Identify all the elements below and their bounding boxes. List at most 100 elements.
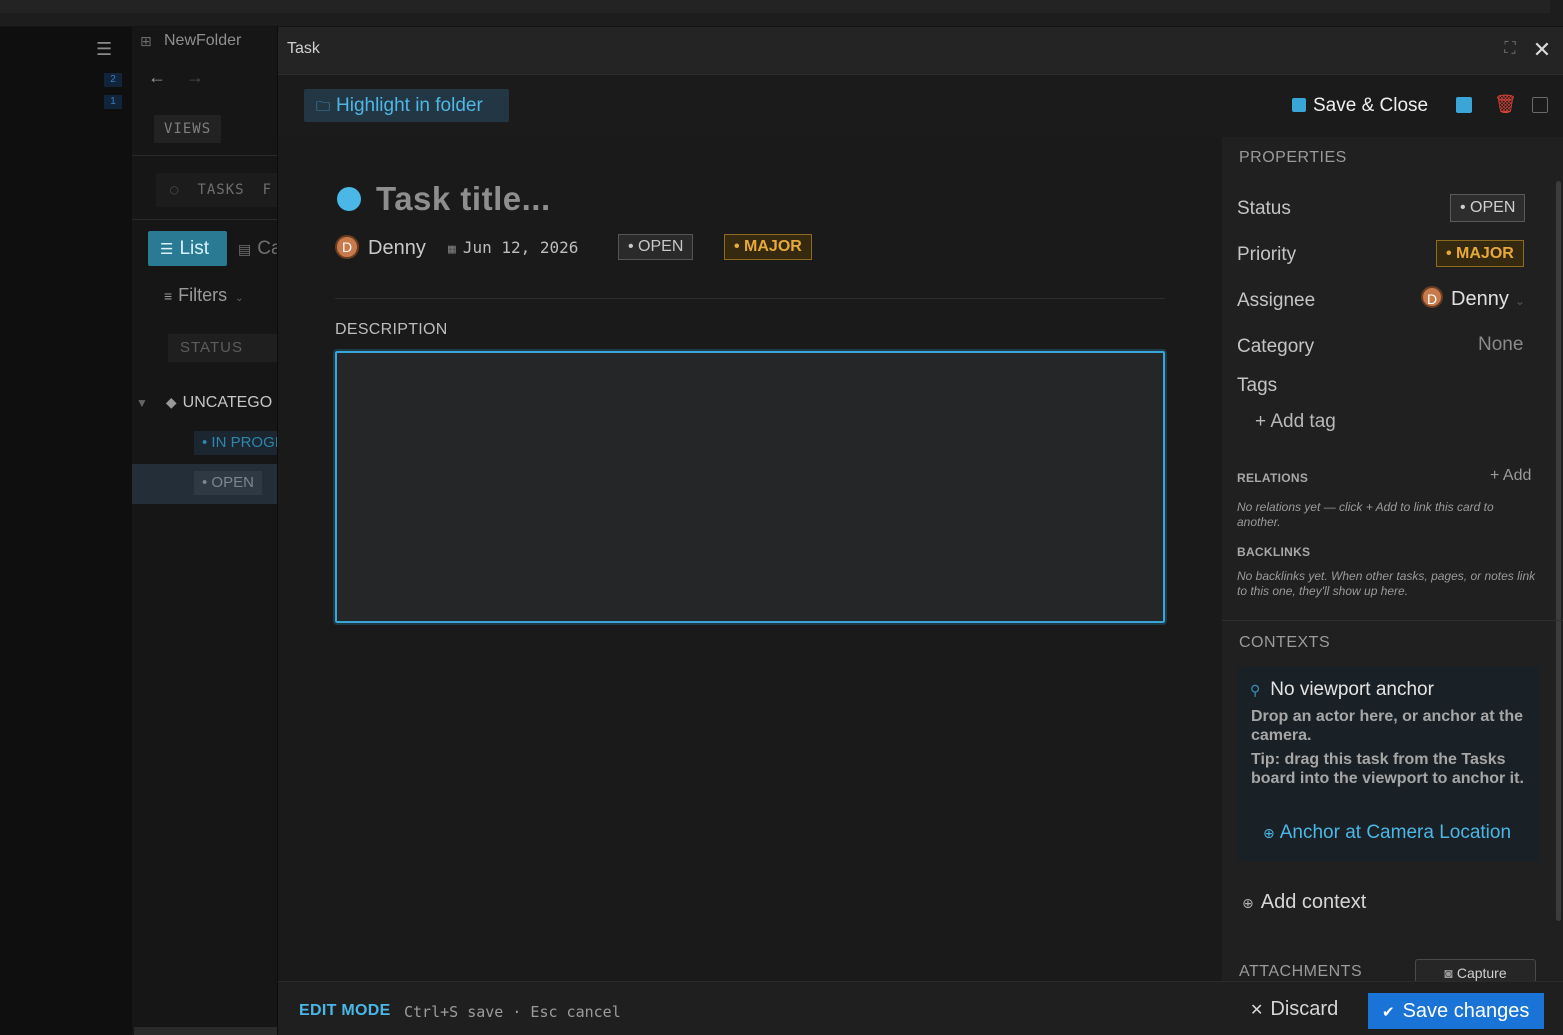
tags-label: Tags xyxy=(1237,375,1278,396)
chevron-down-icon: ⌄ xyxy=(1514,294,1525,308)
close-icon[interactable]: ✕ xyxy=(1530,38,1554,62)
side-panel-toggle-icon[interactable] xyxy=(1532,97,1548,113)
trash-icon[interactable]: 🗑 xyxy=(1494,94,1517,115)
expand-icon[interactable]: ⛶ xyxy=(1500,40,1520,60)
anchor-at-camera-button[interactable]: ⊕ Anchor at Camera Location xyxy=(1263,822,1511,844)
context-card: ⚲ No viewport anchor Drop an actor here, … xyxy=(1237,667,1539,861)
status-select[interactable]: • OPEN xyxy=(1450,194,1526,222)
camera-icon: ◙ xyxy=(1444,965,1453,981)
list-view-button[interactable]: ☰ List xyxy=(148,231,227,266)
backlinks-hint: No backlinks yet. When other tasks, page… xyxy=(1237,569,1536,598)
plus-circle-icon: ⊕ xyxy=(1242,895,1254,911)
properties-sidebar: PROPERTIES Status • OPEN Priority • MAJO… xyxy=(1222,137,1563,981)
crosshair-icon: ⊕ xyxy=(1263,825,1275,841)
priority-label: Priority xyxy=(1237,244,1297,265)
highlight-in-folder-button[interactable]: 🗀 Highlight in folder xyxy=(304,89,509,122)
add-context-label: Add context xyxy=(1260,891,1367,913)
count-badge: 1 xyxy=(104,95,122,109)
properties-title: PROPERTIES xyxy=(1239,149,1347,166)
status-pill-open: • OPEN xyxy=(194,471,262,495)
modal-footer: EDIT MODE Ctrl+S save · Esc cancel ✕ Disc… xyxy=(278,981,1563,1035)
edit-mode-label: EDIT MODE xyxy=(299,1002,391,1019)
group-label: UNCATEGO xyxy=(182,394,273,411)
circle-icon: ○ xyxy=(170,182,180,198)
triangle-down-icon: ▼ xyxy=(136,396,148,410)
save-icon[interactable] xyxy=(1456,97,1472,113)
left-rail: ☰ 2 1 xyxy=(0,27,132,1035)
due-date: Jun 12, 2026 xyxy=(462,238,579,257)
assignee-label: Assignee xyxy=(1237,290,1316,311)
top-bar xyxy=(0,0,1563,27)
add-context-button[interactable]: ⊕ Add context xyxy=(1242,891,1366,914)
shortcut-hint: Ctrl+S save · Esc cancel xyxy=(404,1003,621,1021)
task-modal: Task ⛶ ✕ 🗀 Highlight in folder Save & Clo… xyxy=(278,27,1563,1035)
list-icon: ☰ xyxy=(160,241,174,258)
filters-dropdown[interactable]: ≡ Filters ⌄ xyxy=(164,285,244,306)
capture-button[interactable]: ◙ Capture xyxy=(1415,959,1536,981)
floppy-icon xyxy=(1292,98,1306,112)
status-dot-icon[interactable] xyxy=(337,187,361,211)
tasks-tab[interactable]: ○ TASKS F xyxy=(156,173,277,207)
status-badge[interactable]: • OPEN xyxy=(618,234,694,260)
description-textarea[interactable] xyxy=(333,349,1167,625)
status-column-header: STATUS xyxy=(168,334,277,362)
category-label: Category xyxy=(1237,336,1315,357)
capture-label: Capture xyxy=(1456,965,1507,981)
relations-hint: No relations yet — click + Add to link t… xyxy=(1237,500,1494,529)
tasks-label: TASKS xyxy=(197,182,245,198)
divider xyxy=(1222,620,1563,621)
save-changes-button[interactable]: ✔ Save changes xyxy=(1368,993,1544,1029)
calendar-view-button[interactable]: ▤ Ca xyxy=(238,231,277,267)
discard-label: Discard xyxy=(1270,998,1339,1020)
folder-icon: 🗀 xyxy=(316,98,330,114)
attachments-title: ATTACHMENTS xyxy=(1239,963,1363,980)
horizontal-scrollbar[interactable] xyxy=(134,1027,277,1035)
task-editor: Task title... D Denny ▦ Jun 12, 2026 • OPE… xyxy=(278,137,1221,981)
due-date-chip[interactable]: ▦ Jun 12, 2026 xyxy=(448,238,578,257)
vertical-scrollbar[interactable] xyxy=(1556,181,1561,921)
assignee-select[interactable]: D Denny ⌄ xyxy=(1421,286,1525,311)
add-tag-button[interactable]: + Add tag xyxy=(1255,411,1336,433)
filter-icon: ≡ xyxy=(164,288,173,304)
x-icon: ✕ xyxy=(1250,1002,1264,1019)
priority-badge[interactable]: • MAJOR xyxy=(724,234,812,260)
calendar-icon: ▤ xyxy=(238,241,252,257)
context-drop-text: Drop an actor here, or anchor at the cam… xyxy=(1251,708,1524,744)
divider xyxy=(335,298,1165,299)
avatar: D xyxy=(1421,286,1443,308)
highlight-label: Highlight in folder xyxy=(336,95,483,116)
assignee-chip[interactable]: D Denny xyxy=(335,235,426,260)
save-changes-label: Save changes xyxy=(1402,1000,1530,1022)
add-relation-button[interactable]: + Add xyxy=(1490,467,1531,485)
relations-label: RELATIONS xyxy=(1237,471,1309,485)
contexts-title: CONTEXTS xyxy=(1239,634,1331,651)
count-badge: 2 xyxy=(104,73,122,87)
tag-icon: ◆ xyxy=(165,394,177,410)
anchor-label: Anchor at Camera Location xyxy=(1279,822,1512,843)
modal-toolbar: 🗀 Highlight in folder Save & Close 🗑 xyxy=(278,75,1563,137)
task-title-input[interactable]: Task title... xyxy=(376,180,551,218)
background-tasks-panel: ⊞ NewFolder ← → VIEWS ○TASKSF ☰List ▤Ca … xyxy=(132,27,278,1035)
group-uncategorized[interactable]: ▼ ◆ UNCATEGO xyxy=(132,387,277,417)
calendar-icon: ▦ xyxy=(448,242,456,257)
check-icon: ✔ xyxy=(1382,1004,1395,1021)
context-tip-text: Tip: drag this task from the Tasks board… xyxy=(1251,751,1524,787)
assignee-name: Denny xyxy=(368,237,426,259)
menu-list-icon[interactable]: ☰ xyxy=(96,39,116,59)
list-label: List xyxy=(179,238,210,259)
context-card-title: ⚲ No viewport anchor xyxy=(1250,679,1434,701)
back-arrow-icon[interactable]: ← xyxy=(148,67,166,88)
truncated-tab: F xyxy=(262,182,273,198)
priority-select[interactable]: • MAJOR xyxy=(1436,240,1524,267)
save-and-close-button[interactable]: Save & Close xyxy=(1292,93,1428,119)
status-label: Status xyxy=(1237,198,1291,219)
views-label[interactable]: VIEWS xyxy=(154,115,222,143)
status-pill-in-progress: • IN PROGI xyxy=(194,431,277,455)
modal-title: Task xyxy=(287,40,320,57)
modal-header: Task ⛶ ✕ xyxy=(278,27,1563,75)
forward-arrow-icon[interactable]: → xyxy=(186,67,204,88)
discard-button[interactable]: ✕ Discard xyxy=(1250,998,1338,1021)
folder-tab-title[interactable]: NewFolder xyxy=(164,32,241,50)
chevron-down-icon: ⌄ xyxy=(235,293,244,304)
category-select[interactable]: None xyxy=(1478,334,1523,356)
